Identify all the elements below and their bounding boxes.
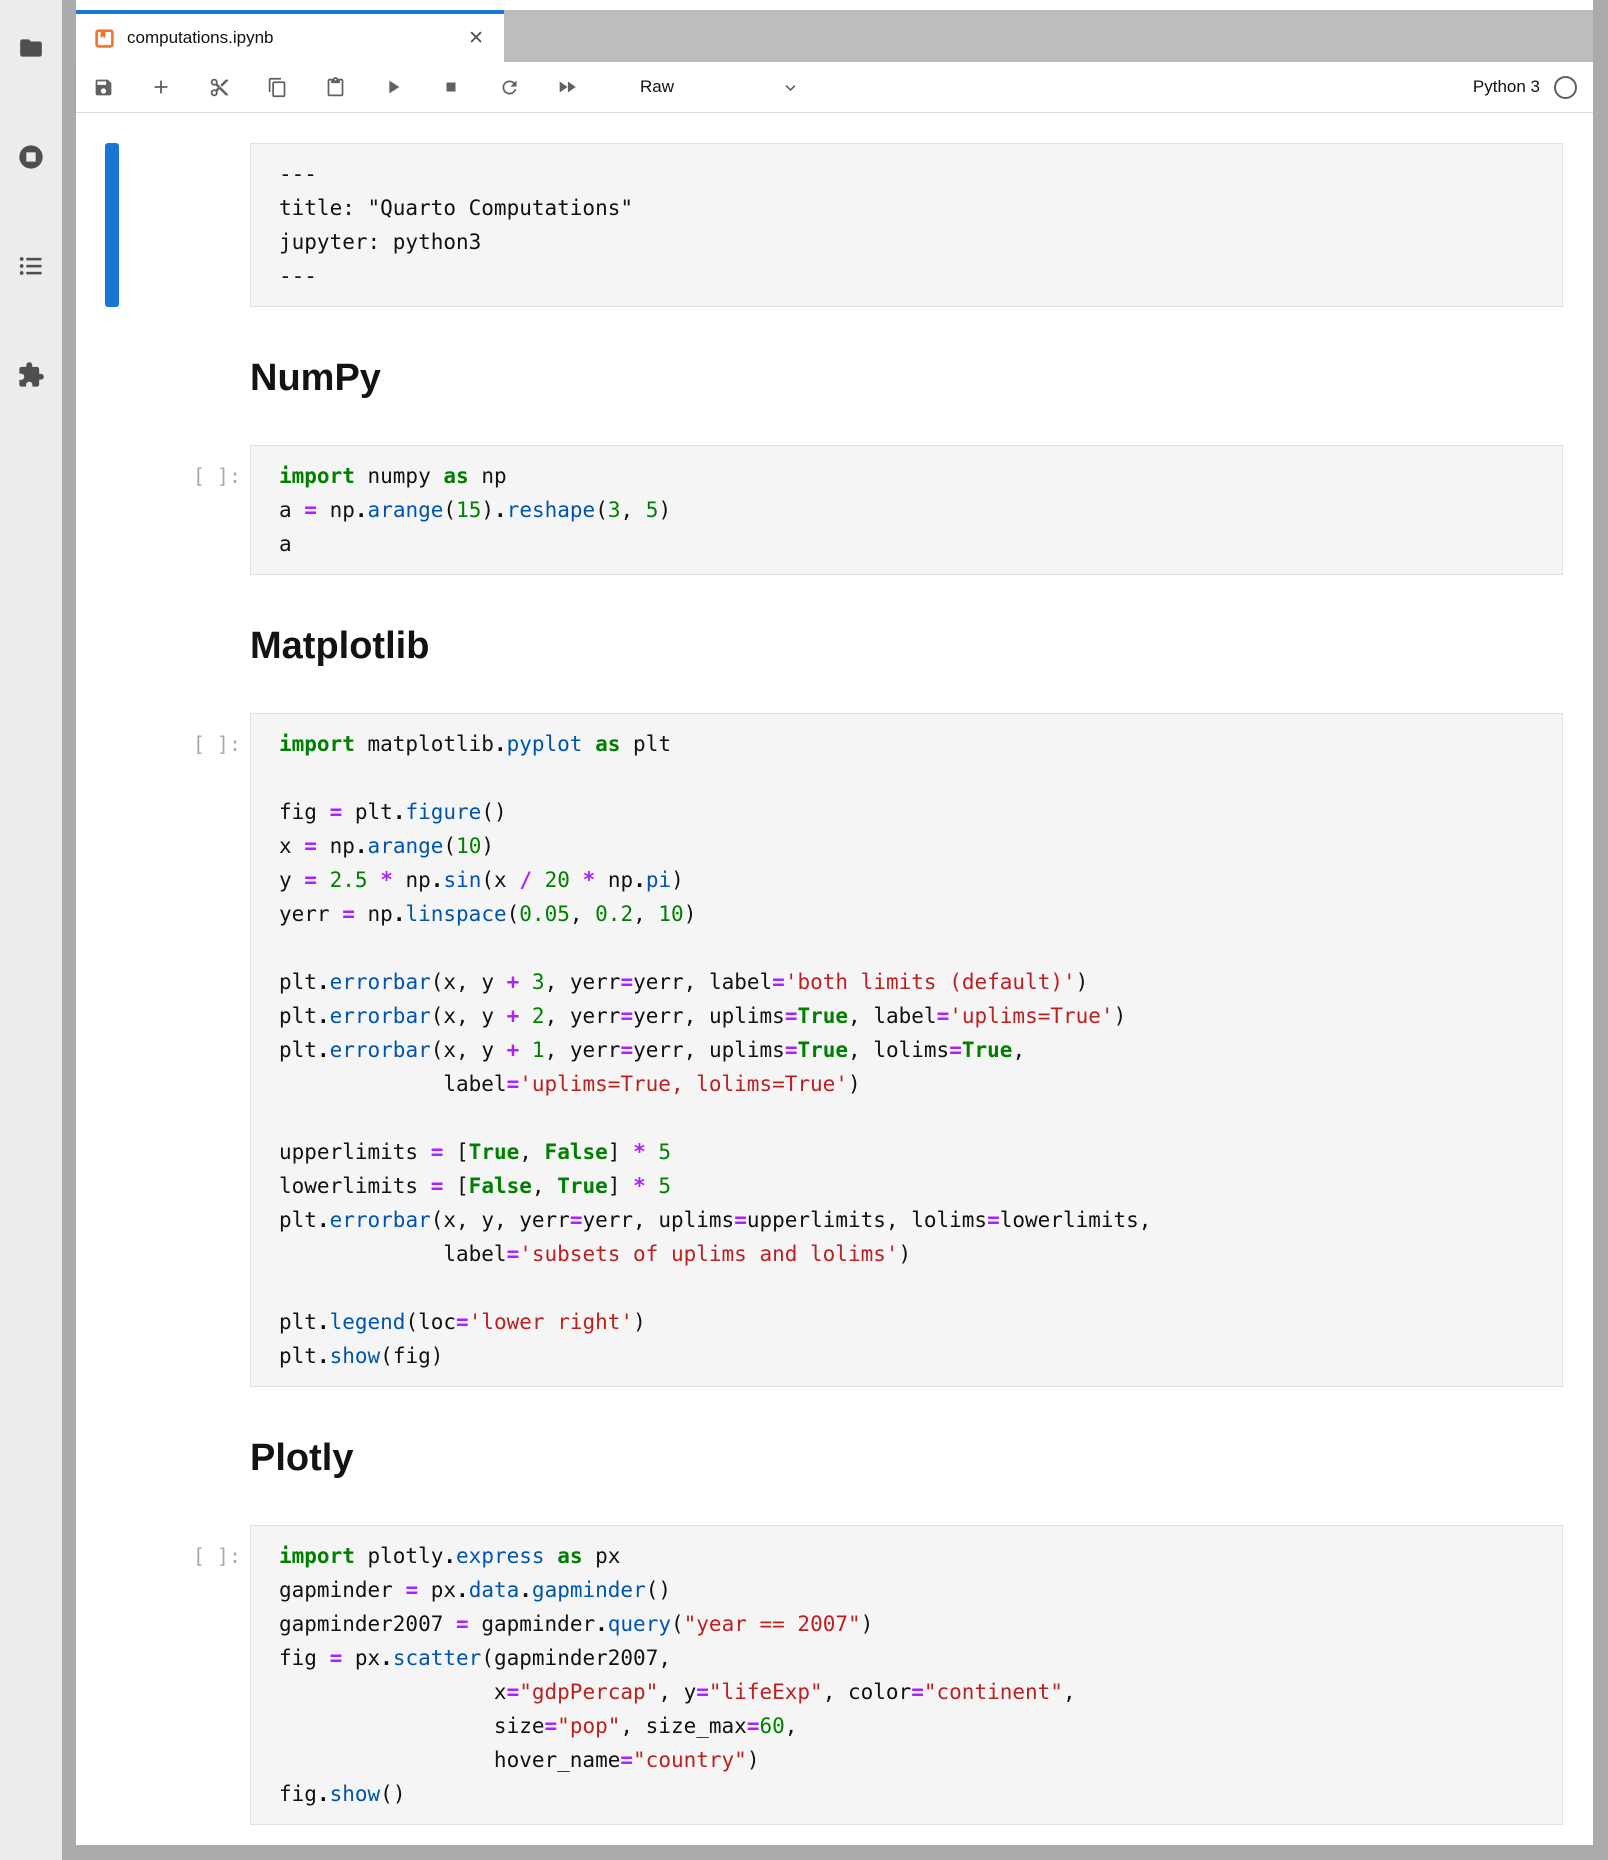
code-line[interactable]: plt.errorbar(x, y + 1, yerr=yerr, uplims… [279,1033,1552,1067]
sidebar-item-file-browser[interactable] [11,28,51,68]
markdown-heading[interactable]: NumPy [250,351,1563,405]
code-line[interactable]: title: "Quarto Computations" [279,191,1552,225]
run-cell-button[interactable] [382,76,404,98]
kernel-status: Python 3 [1473,76,1579,99]
code-line[interactable]: jupyter: python3 [279,225,1552,259]
cell-collapser[interactable] [105,713,119,1387]
main-dock-panel: computations.ipynb ✕ [76,0,1593,1860]
code-line[interactable] [279,931,1552,965]
code-line[interactable]: x="gdpPercap", y="lifeExp", color="conti… [279,1675,1552,1709]
dock-tab-bar: computations.ipynb ✕ [76,10,1593,62]
tab-close-icon[interactable]: ✕ [468,27,484,49]
code-line[interactable]: a = np.arange(15).reshape(3, 5) [279,493,1552,527]
cut-cells-button[interactable] [208,76,230,98]
code-cell: [ ]:import matplotlib.pyplot as plt fig … [105,713,1563,1387]
chevron-down-icon [783,80,798,95]
code-line[interactable]: import plotly.express as px [279,1539,1552,1573]
kernel-name[interactable]: Python 3 [1473,77,1540,97]
code-line[interactable]: plt.errorbar(x, y, yerr=yerr, uplims=upp… [279,1203,1552,1237]
cell-editor[interactable]: ---title: "Quarto Computations"jupyter: … [250,143,1563,307]
code-line[interactable]: fig.show() [279,1777,1552,1811]
markdown-heading[interactable]: Matplotlib [250,619,1563,673]
code-line[interactable]: import numpy as np [279,459,1552,493]
cell-collapser[interactable] [105,1525,119,1825]
window-right-border [1593,0,1608,1860]
puzzle-icon [17,361,45,389]
code-line[interactable]: fig = px.scatter(gapminder2007, [279,1641,1552,1675]
cell-editor[interactable]: import plotly.express as pxgapminder = p… [250,1525,1563,1825]
code-line[interactable]: import matplotlib.pyplot as plt [279,727,1552,761]
code-line[interactable]: y = 2.5 * np.sin(x / 20 * np.pi) [279,863,1552,897]
plus-icon [150,76,172,98]
folder-icon [18,35,44,61]
window-bottom-border [76,1845,1593,1860]
restart-kernel-button[interactable] [498,76,520,98]
cell-type-value: Raw [640,77,674,97]
fast-forward-icon [556,76,578,98]
code-line[interactable]: gapminder = px.data.gapminder() [279,1573,1552,1607]
code-line[interactable]: --- [279,157,1552,191]
code-line[interactable]: hover_name="country") [279,1743,1552,1777]
jupyterlab-window: computations.ipynb ✕ [0,0,1608,1860]
cell-collapser[interactable] [105,445,119,575]
cell-prompt: [ ]: [119,1525,250,1825]
raw-cell: ---title: "Quarto Computations"jupyter: … [105,143,1563,307]
code-line[interactable]: upperlimits = [True, False] * 5 [279,1135,1552,1169]
save-button[interactable] [92,76,114,98]
cell-collapser[interactable] [105,143,119,307]
code-line[interactable] [279,761,1552,795]
code-line[interactable]: fig = plt.figure() [279,795,1552,829]
code-line[interactable] [279,1271,1552,1305]
notebook-file-icon [94,28,115,49]
insert-cell-button[interactable] [150,76,172,98]
paste-cells-button[interactable] [324,76,346,98]
tab-computations-notebook[interactable]: computations.ipynb ✕ [76,10,504,62]
sidebar-item-extensions[interactable] [11,355,51,395]
tab-title: computations.ipynb [127,28,456,48]
sidebar-item-table-of-contents[interactable] [11,246,51,286]
sidebar-item-running-sessions[interactable] [11,137,51,177]
code-line[interactable]: plt.errorbar(x, y + 3, yerr=yerr, label=… [279,965,1552,999]
code-cell: [ ]:import numpy as npa = np.arange(15).… [105,445,1563,575]
copy-cells-button[interactable] [266,76,288,98]
code-line[interactable]: size="pop", size_max=60, [279,1709,1552,1743]
refresh-icon [499,77,520,98]
cell-prompt [119,143,250,307]
code-line[interactable]: yerr = np.linspace(0.05, 0.2, 10) [279,897,1552,931]
code-line[interactable]: --- [279,259,1552,293]
code-line[interactable]: label='uplims=True, lolims=True') [279,1067,1552,1101]
code-line[interactable]: lowerlimits = [False, True] * 5 [279,1169,1552,1203]
scissors-icon [209,77,230,98]
cell-prompt: [ ]: [119,445,250,575]
activity-sidebar [0,0,62,1860]
kernel-idle-indicator-icon[interactable] [1554,76,1577,99]
code-line[interactable]: gapminder2007 = gapminder.query("year ==… [279,1607,1552,1641]
clipboard-icon [325,77,346,98]
interrupt-kernel-button[interactable] [440,76,462,98]
sidebar-splitter[interactable] [62,0,76,1860]
code-line[interactable] [279,1101,1552,1135]
code-line[interactable]: label='subsets of uplims and lolims') [279,1237,1552,1271]
stop-circle-icon [17,143,45,171]
save-icon [93,77,114,98]
copy-icon [267,77,288,98]
list-icon [17,252,45,280]
cell-editor[interactable]: import matplotlib.pyplot as plt fig = pl… [250,713,1563,1387]
code-line[interactable]: plt.errorbar(x, y + 2, yerr=yerr, uplims… [279,999,1552,1033]
cell-prompt: [ ]: [119,713,250,1387]
notebook-toolbar: Raw Python 3 [76,62,1593,113]
markdown-heading[interactable]: Plotly [250,1431,1563,1485]
run-all-cells-button[interactable] [556,76,578,98]
code-line[interactable]: plt.legend(loc='lower right') [279,1305,1552,1339]
cell-editor[interactable]: import numpy as npa = np.arange(15).resh… [250,445,1563,575]
code-line[interactable]: a [279,527,1552,561]
code-line[interactable]: x = np.arange(10) [279,829,1552,863]
play-icon [382,76,404,98]
code-cell: [ ]:import plotly.express as pxgapminder… [105,1525,1563,1825]
menubar-bottom-strip [76,0,1593,10]
code-line[interactable]: plt.show(fig) [279,1339,1552,1373]
stop-icon [442,78,460,96]
cell-type-dropdown[interactable]: Raw [640,77,798,97]
notebook-content: ---title: "Quarto Computations"jupyter: … [76,113,1593,1845]
